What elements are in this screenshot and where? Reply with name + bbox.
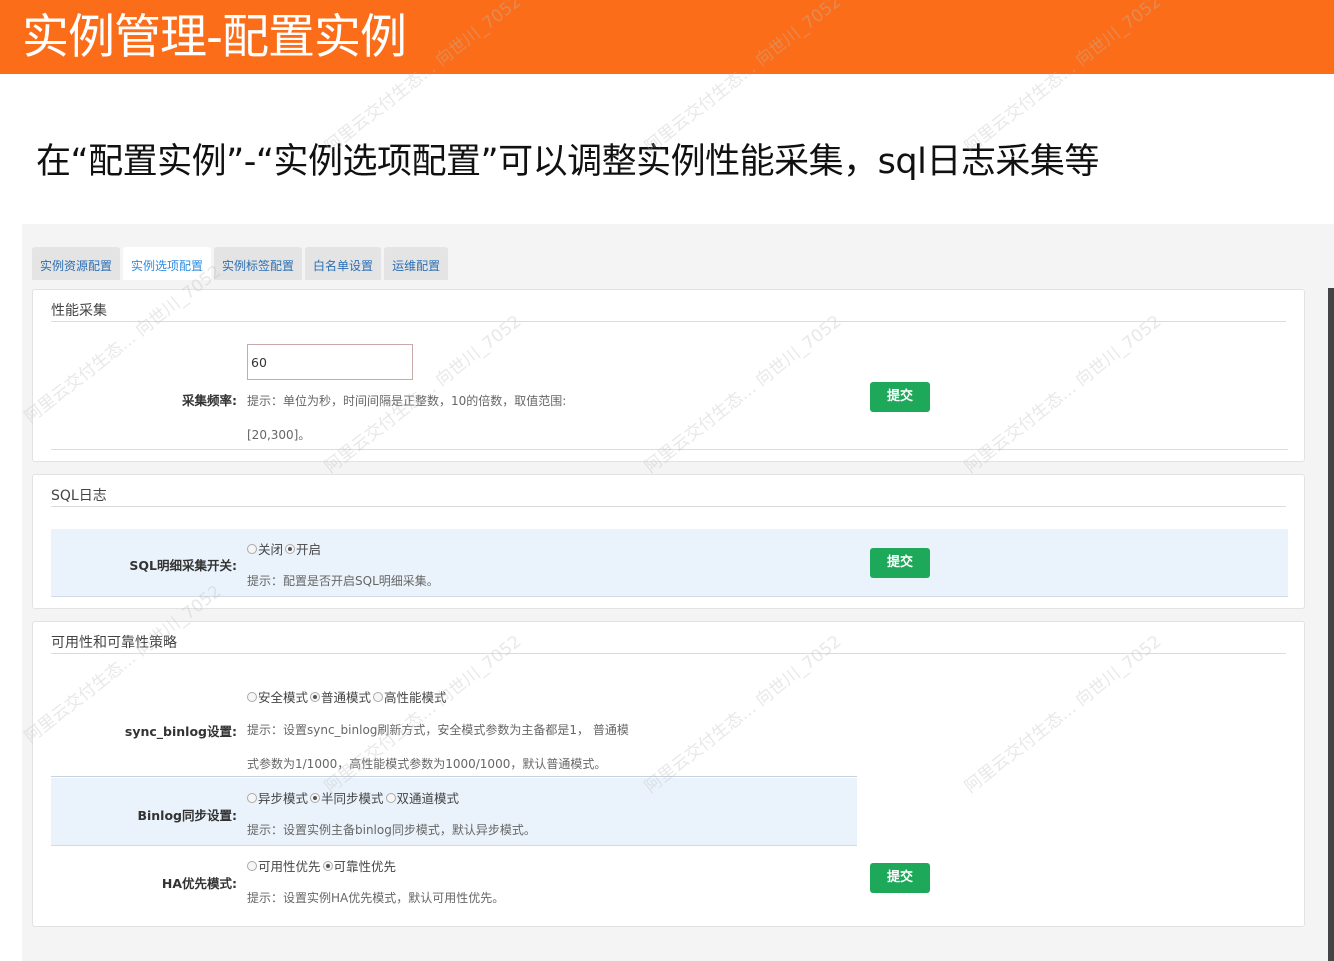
ha-submit-button[interactable]: 提交 [870,863,930,893]
config-tabs: 实例资源配置 实例选项配置 实例标签配置 白名单设置 运维配置 [32,247,451,280]
radio-label: 高性能模式 [384,690,447,705]
radio-label: 安全模式 [258,690,309,705]
sync-binlog-hint-line1: 提示：设置sync_binlog刷新方式，安全模式参数为主备都是1， 普通模 [247,723,629,737]
radio-label: 可用性优先 [258,859,321,874]
ha-panel: 可用性和可靠性策略 sync_binlog设置: 安全模式 普通模式 高性能模式… [32,621,1305,927]
perf-panel-title: 性能采集 [51,303,107,319]
radio-label: 开启 [296,542,322,557]
radio-safe-mode[interactable]: 安全模式 [247,687,308,706]
sql-switch-hint: 提示：配置是否开启SQL明细采集。 [247,574,439,588]
console-screenshot: 实例资源配置 实例选项配置 实例标签配置 白名单设置 运维配置 性能采集 采集频… [22,224,1334,961]
sync-binlog-label: sync_binlog设置: [124,724,237,739]
sql-switch-label: SQL明细采集开关: [129,558,237,573]
radio-async-mode[interactable]: 异步模式 [247,788,308,807]
sql-switch-radios: 关闭 开启 [247,539,323,558]
radio-label: 普通模式 [321,690,372,705]
radio-circle-icon [385,792,396,803]
freq-hint-line1: 提示：单位为秒，时间间隔是正整数，10的倍数，取值范围: [247,394,567,408]
sync-binlog-radios: 安全模式 普通模式 高性能模式 [247,687,449,706]
tab-resource-config[interactable]: 实例资源配置 [32,247,121,280]
sql-switch-row: SQL明细采集开关: 关闭 开启 提示：配置是否开启SQL明细采集。 [51,529,1288,597]
binlog-sync-hint: 提示：设置实例主备binlog同步模式，默认异步模式。 [247,823,536,837]
radio-circle-icon [373,691,384,702]
radio-circle-icon [247,691,257,702]
radio-reliability-first[interactable]: 可靠性优先 [322,856,397,875]
radio-label: 关闭 [258,542,284,557]
radio-checked-icon [322,860,333,871]
sql-panel: SQL日志 SQL明细采集开关: 关闭 开启 提示：配置是否开启SQL明细采集。… [32,474,1305,609]
radio-availability-first[interactable]: 可用性优先 [247,856,321,875]
perf-submit-button[interactable]: 提交 [870,382,930,412]
radio-label: 异步模式 [258,791,309,806]
sql-panel-title: SQL日志 [51,488,107,504]
slide-title: 实例管理-配置实例 [22,10,407,65]
binlog-sync-radios: 异步模式 半同步模式 双通道模式 [247,788,461,807]
freq-hint-line2: [20,300]。 [247,428,311,442]
radio-checked-icon [310,691,321,702]
radio-sql-off[interactable]: 关闭 [247,539,283,558]
freq-input[interactable] [247,344,413,380]
freq-label: 采集频率: [182,393,237,408]
tab-ops-config[interactable]: 运维配置 [384,247,449,280]
divider [51,653,1286,654]
tab-label-config[interactable]: 实例标签配置 [214,247,303,280]
radio-semisync-mode[interactable]: 半同步模式 [310,788,384,807]
radio-normal-mode[interactable]: 普通模式 [310,687,371,706]
slide-header: 实例管理-配置实例 [0,0,1334,74]
radio-performance-mode[interactable]: 高性能模式 [373,687,447,706]
radio-label: 可靠性优先 [333,859,397,874]
perf-panel: 性能采集 采集频率: 提示：单位为秒，时间间隔是正整数，10的倍数，取值范围: … [32,289,1305,462]
ha-panel-title: 可用性和可靠性策略 [51,635,177,651]
divider [51,321,1286,322]
slide-subtitle: 在“配置实例”-“实例选项配置”可以调整实例性能采集，sql日志采集等 [36,142,1099,182]
divider [51,506,1286,507]
freq-row: 采集频率: 提示：单位为秒，时间间隔是正整数，10的倍数，取值范围: [20,3… [51,330,1288,450]
radio-circle-icon [247,860,257,871]
radio-circle-icon [247,543,257,554]
sql-submit-button[interactable]: 提交 [870,548,930,578]
tab-whitelist[interactable]: 白名单设置 [305,247,382,280]
radio-circle-icon [247,792,257,803]
ha-priority-label: HA优先模式: [161,876,237,891]
binlog-sync-label: Binlog同步设置: [137,808,237,823]
ha-priority-radios: 可用性优先 可靠性优先 [247,856,398,875]
ha-priority-row: HA优先模式: 可用性优先 可靠性优先 提示：设置实例HA优先模式，默认可用性优… [51,847,857,915]
radio-label: 半同步模式 [321,791,384,806]
radio-label: 双通道模式 [396,791,460,806]
ha-priority-hint: 提示：设置实例HA优先模式，默认可用性优先。 [247,891,505,905]
radio-checked-icon [310,792,321,803]
radio-sql-on[interactable]: 开启 [285,539,321,558]
binlog-sync-row: Binlog同步设置: 异步模式 半同步模式 双通道模式 提示：设置实例主备bi… [51,778,857,846]
radio-dual-channel-mode[interactable]: 双通道模式 [385,788,460,807]
radio-checked-icon [285,543,296,554]
sync-binlog-row: sync_binlog设置: 安全模式 普通模式 高性能模式 提示：设置sync… [51,676,857,777]
scrollbar[interactable] [1328,288,1334,961]
sync-binlog-hint-line2: 式参数为1/1000，高性能模式参数为1000/1000，默认普通模式。 [247,757,607,771]
tab-option-config[interactable]: 实例选项配置 [123,247,212,280]
